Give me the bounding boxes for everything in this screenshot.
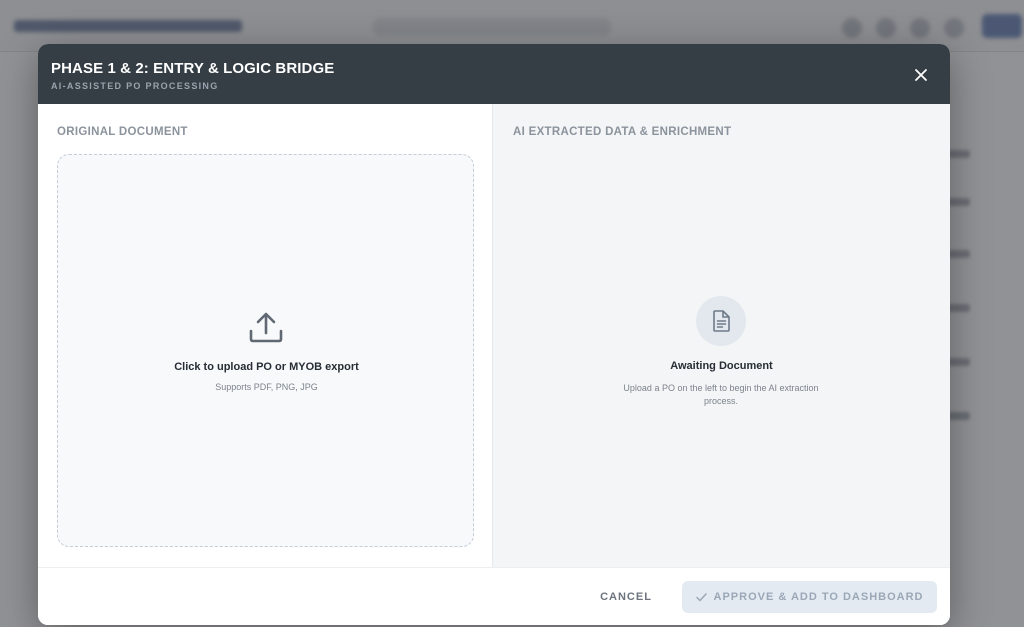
close-icon bbox=[915, 69, 927, 81]
modal-subtitle: AI-ASSISTED PO PROCESSING bbox=[51, 81, 219, 91]
upload-icon bbox=[249, 312, 283, 343]
check-icon bbox=[695, 592, 707, 601]
extracted-data-heading: AI EXTRACTED DATA & ENRICHMENT bbox=[513, 126, 732, 138]
close-button[interactable] bbox=[910, 64, 932, 86]
cancel-button[interactable]: CANCEL bbox=[594, 587, 658, 607]
modal-header: PHASE 1 & 2: ENTRY & LOGIC BRIDGE AI-ASS… bbox=[38, 44, 950, 104]
modal-footer: CANCEL APPROVE & ADD TO DASHBOARD bbox=[38, 567, 950, 625]
document-icon bbox=[713, 310, 730, 332]
original-document-pane: ORIGINAL DOCUMENT Click to upload PO or … bbox=[38, 104, 493, 567]
entry-logic-bridge-modal: PHASE 1 & 2: ENTRY & LOGIC BRIDGE AI-ASS… bbox=[38, 44, 950, 625]
empty-state-title: Awaiting Document bbox=[670, 360, 773, 372]
approve-add-to-dashboard-button[interactable]: APPROVE & ADD TO DASHBOARD bbox=[682, 581, 937, 613]
modal-title: PHASE 1 & 2: ENTRY & LOGIC BRIDGE bbox=[51, 60, 335, 77]
extracted-data-pane: AI EXTRACTED DATA & ENRICHMENT Awaiting … bbox=[493, 104, 950, 567]
approve-button-label: APPROVE & ADD TO DASHBOARD bbox=[713, 591, 924, 603]
upload-title: Click to upload PO or MYOB export bbox=[174, 361, 359, 373]
upload-dropzone[interactable]: Click to upload PO or MYOB export Suppor… bbox=[57, 154, 474, 547]
modal-body: ORIGINAL DOCUMENT Click to upload PO or … bbox=[38, 104, 950, 567]
original-document-heading: ORIGINAL DOCUMENT bbox=[57, 126, 188, 138]
empty-state-subtitle: Upload a PO on the left to begin the AI … bbox=[623, 383, 819, 406]
document-icon-badge bbox=[696, 296, 746, 346]
upload-supported-formats: Supports PDF, PNG, JPG bbox=[215, 382, 318, 392]
